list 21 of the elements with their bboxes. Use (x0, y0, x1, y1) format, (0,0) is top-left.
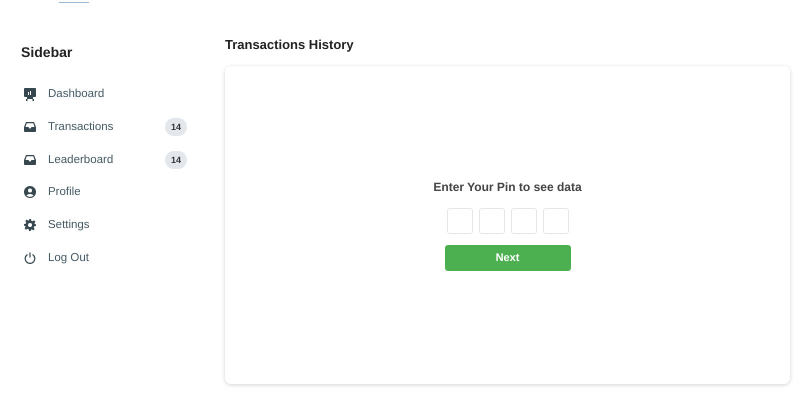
settings-icon (24, 219, 36, 232)
tray-icon (24, 154, 36, 165)
pin-prompt: Enter Your Pin to see data (433, 180, 582, 194)
sidebar-item[interactable]: Leaderboard 14 (0, 150, 210, 170)
sidebar-title: Sidebar (21, 44, 74, 62)
sidebar-item[interactable]: Log Out (0, 248, 210, 268)
pin-field[interactable] (542, 208, 568, 234)
count-badge: 14 (164, 150, 187, 169)
page-title: Transactions History (225, 37, 355, 52)
pin-field[interactable] (478, 208, 504, 234)
user-icon (24, 186, 36, 198)
dashboard-icon (24, 88, 36, 100)
pin-field[interactable] (446, 208, 472, 234)
pin-field[interactable] (510, 208, 536, 234)
sidebar-item[interactable]: Profile (0, 182, 210, 202)
sidebar-item[interactable]: Dashboard (0, 84, 210, 104)
power-icon (24, 252, 36, 264)
sidebar-item[interactable]: Settings (0, 215, 210, 236)
sidebar-item[interactable]: Transactions 14 (0, 116, 210, 137)
tray-icon (24, 122, 36, 132)
count-badge: 14 (164, 118, 187, 136)
